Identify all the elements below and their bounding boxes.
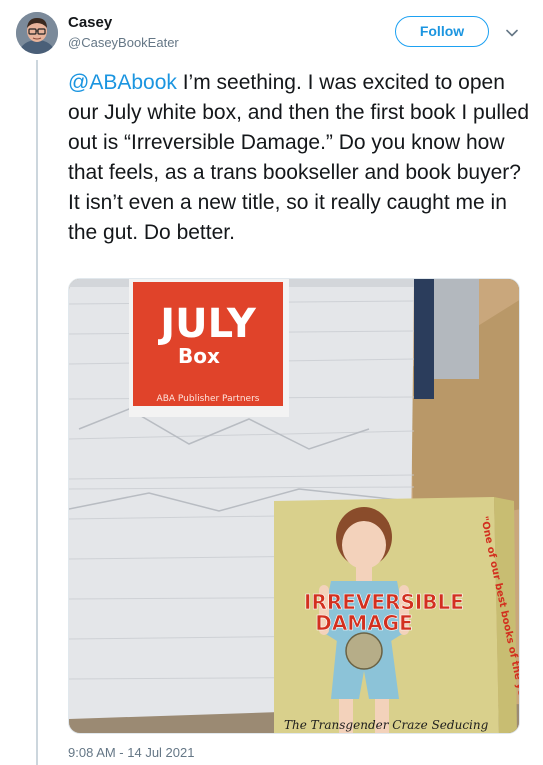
user-handle[interactable]: @CaseyBookEater: [68, 34, 179, 51]
box-label-month: JULY: [157, 301, 257, 347]
book: IRREVERSIBLE DAMAGE The Transgender Craz…: [274, 497, 519, 733]
thread-line: [36, 60, 38, 765]
tweet-timestamp[interactable]: 9:08 AM - 14 Jul 2021: [68, 745, 194, 761]
avatar-image: [16, 12, 58, 54]
avatar[interactable]: [16, 12, 58, 54]
follow-button[interactable]: Follow: [395, 16, 489, 47]
doll-face: [342, 521, 386, 569]
tweet-text: @ABAbook I’m seething. I was excited to …: [68, 68, 530, 248]
mention-link[interactable]: @ABAbook: [68, 71, 177, 94]
book-subtitle: The Transgender Craze Seducing: [284, 718, 489, 732]
box-label-partners: ABA Publisher Partners: [157, 394, 260, 404]
background-wall: [434, 279, 479, 379]
photo-image: JULY Box ABA Publisher Partners IRREVERS…: [69, 279, 519, 733]
chevron-down-icon[interactable]: [505, 26, 519, 40]
background-shelf: [414, 279, 434, 399]
tweet-body: I’m seething. I was excited to open our …: [68, 71, 530, 244]
author-info[interactable]: Casey @CaseyBookEater: [68, 13, 179, 51]
box-label-box: Box: [178, 344, 220, 368]
book-title-line2: DAMAGE: [315, 611, 413, 635]
tweet: Casey @CaseyBookEater Follow @ABAbook I’…: [0, 0, 543, 765]
display-name[interactable]: Casey: [68, 13, 179, 32]
tweet-photo[interactable]: JULY Box ABA Publisher Partners IRREVERS…: [68, 278, 520, 734]
doll-neck: [356, 567, 372, 581]
cover-cutout-hole: [345, 632, 383, 670]
